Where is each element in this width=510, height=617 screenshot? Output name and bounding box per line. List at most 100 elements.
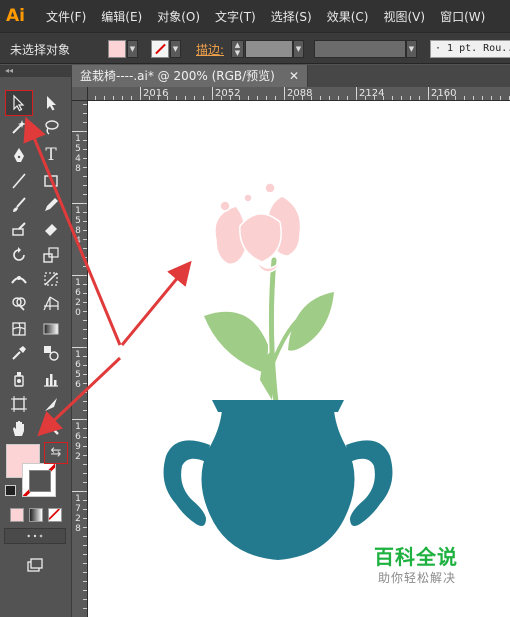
ruler-minor-tick [284, 96, 285, 100]
flower [214, 182, 302, 273]
shape-builder-icon [12, 297, 26, 311]
menu-select[interactable]: 选择(S) [271, 8, 312, 25]
gradient-tool[interactable] [38, 317, 64, 341]
rotate-tool[interactable] [6, 243, 32, 267]
ruler-label: 2052 [215, 88, 241, 99]
mesh-tool[interactable] [6, 317, 32, 341]
document-tab[interactable]: 盆栽椅----.ai* @ 200% (RGB/预览) ✕ [72, 65, 308, 87]
stroke-swatch[interactable] [151, 40, 169, 58]
shape-builder-tool[interactable] [6, 291, 32, 315]
pen-tool[interactable] [6, 143, 32, 167]
close-tab-icon[interactable]: ✕ [289, 65, 299, 87]
artboard-tool[interactable] [6, 392, 32, 416]
ruler-minor-tick [83, 302, 87, 303]
magic-wand-icon [12, 120, 26, 134]
ruler-minor-tick [83, 599, 87, 600]
brush-definition-field[interactable]: · 1 pt. Rou... [430, 40, 510, 58]
horizontal-ruler[interactable]: 2016 2052 2088 2124 2160 [88, 87, 510, 101]
stroke-color-box[interactable] [22, 463, 56, 497]
ruler-minor-tick [83, 266, 87, 267]
ruler-minor-tick [83, 572, 87, 573]
pencil-tool[interactable] [38, 193, 64, 217]
paintbrush-tool[interactable] [6, 193, 32, 217]
ruler-minor-tick [83, 338, 87, 339]
ruler-minor-tick [167, 96, 168, 100]
ruler-label: 2160 [431, 88, 457, 99]
menu-effect[interactable]: 效果(C) [327, 8, 369, 25]
ruler-minor-tick [83, 230, 87, 231]
zoom-tool[interactable] [38, 416, 64, 440]
hand-tool[interactable] [6, 416, 32, 440]
tab-strip-background [308, 65, 510, 87]
lasso-tool[interactable] [38, 115, 64, 139]
menu-edit[interactable]: 编辑(E) [101, 8, 142, 25]
stroke-label[interactable]: 描边: [196, 41, 224, 59]
none-mode-button[interactable] [48, 508, 62, 522]
ruler-origin-corner[interactable] [72, 87, 88, 101]
ruler-minor-tick [320, 96, 321, 100]
ruler-minor-tick [338, 96, 339, 100]
rectangle-icon [44, 175, 58, 187]
stroke-dropdown-button[interactable]: ▼ [170, 40, 181, 58]
ruler-label: 1584 [75, 206, 81, 246]
eyedropper-tool[interactable] [6, 341, 32, 365]
vertical-ruler[interactable]: 1548 1584 1620 1656 1692 1728 [72, 101, 88, 617]
selection-tool[interactable] [5, 90, 33, 116]
swap-fill-stroke-button[interactable]: ⇆ [44, 442, 68, 464]
ruler-minor-tick [83, 257, 87, 258]
flower-bud-top [243, 193, 253, 203]
swap-arrows-icon: ⇆ [50, 445, 62, 460]
slice-tool[interactable] [38, 392, 64, 416]
artboard-canvas[interactable] [88, 101, 510, 617]
document-tab-title: 盆栽椅----.ai* @ 200% (RGB/预览) [80, 69, 275, 83]
ruler-minor-tick [347, 96, 348, 100]
drawing-modes-group[interactable] [4, 528, 66, 544]
magic-wand-tool[interactable] [6, 115, 32, 139]
direct-selection-tool[interactable] [38, 91, 64, 115]
fill-swatch[interactable] [108, 40, 126, 58]
blend-tool[interactable] [38, 341, 64, 365]
line-segment-icon [12, 173, 26, 189]
ruler-minor-tick [83, 149, 87, 150]
line-segment-tool[interactable] [6, 169, 32, 193]
type-tool[interactable]: T [38, 143, 64, 167]
profile-dropdown[interactable]: ▼ [406, 40, 417, 58]
stroke-weight-dropdown[interactable]: ▼ [293, 40, 304, 58]
menu-type[interactable]: 文字(T) [215, 8, 256, 25]
stroke-weight-stepper[interactable]: ▲ ▼ [231, 40, 244, 58]
ruler-minor-tick [83, 194, 87, 195]
ruler-minor-tick [83, 518, 87, 519]
width-tool[interactable] [6, 267, 32, 291]
column-graph-tool[interactable] [38, 367, 64, 391]
eraser-tool[interactable] [38, 217, 64, 241]
scale-tool[interactable] [38, 243, 64, 267]
right-leaf [288, 292, 334, 351]
rectangle-tool[interactable] [38, 169, 64, 193]
variable-width-profile[interactable] [314, 40, 406, 58]
menu-view[interactable]: 视图(V) [383, 8, 425, 25]
screen-mode-button[interactable] [22, 553, 48, 577]
blob-brush-tool[interactable] [6, 217, 32, 241]
ruler-minor-tick [83, 347, 87, 348]
gradient-mode-button[interactable] [29, 508, 43, 522]
ruler-minor-tick [203, 96, 204, 100]
column-graph-icon [44, 374, 58, 387]
default-fill-stroke-button[interactable] [5, 485, 16, 496]
fill-dropdown-button[interactable]: ▼ [127, 40, 138, 58]
free-transform-tool[interactable] [38, 267, 64, 291]
perspective-grid-tool[interactable] [38, 291, 64, 315]
ruler-minor-tick [500, 96, 501, 100]
color-mode-button[interactable] [10, 508, 24, 522]
vase [163, 400, 393, 560]
menu-window[interactable]: 窗口(W) [440, 8, 485, 25]
symbol-sprayer-tool[interactable] [6, 367, 32, 391]
menu-object[interactable]: 对象(O) [157, 8, 200, 25]
menu-file[interactable]: 文件(F) [46, 8, 86, 25]
lasso-icon [45, 120, 59, 135]
ruler-minor-tick [410, 96, 411, 100]
stroke-weight-field[interactable] [245, 40, 293, 58]
ruler-minor-tick [83, 113, 87, 114]
screen-mode-icon [27, 558, 43, 572]
toolbox-collapse-grip[interactable]: ◂◂ [0, 65, 72, 77]
blend-icon [44, 346, 59, 361]
